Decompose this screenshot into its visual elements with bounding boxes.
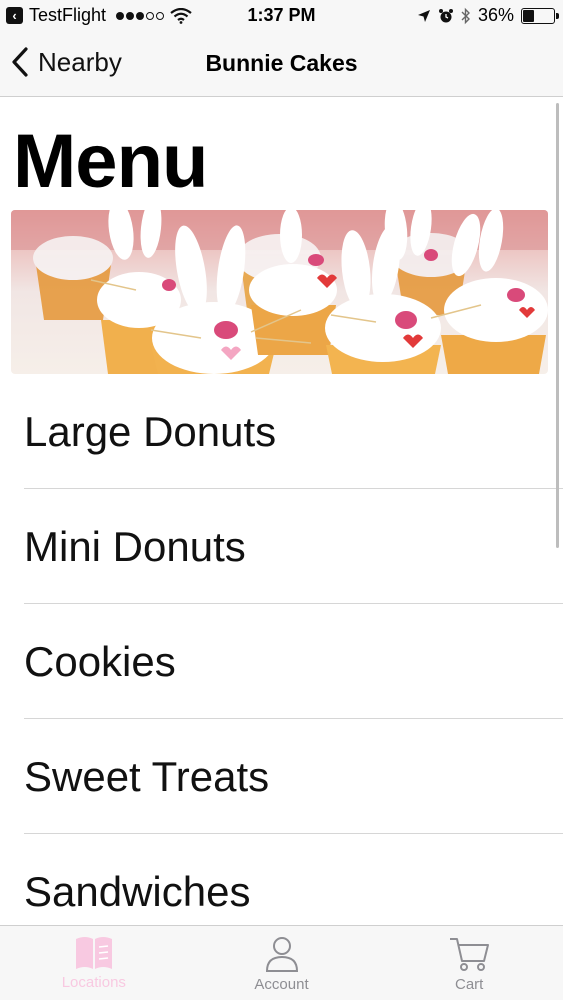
- cart-icon: [450, 938, 490, 971]
- battery-level: [523, 9, 534, 22]
- back-to-app-label[interactable]: TestFlight: [29, 5, 106, 26]
- page-title: Menu: [13, 119, 208, 204]
- navigation-bar: Nearby Bunnie Cakes: [0, 32, 563, 97]
- hero-image: [11, 210, 548, 374]
- person-icon: [265, 937, 298, 972]
- bluetooth-icon: [461, 7, 470, 24]
- chevron-left-icon: [12, 47, 28, 77]
- status-bar-right: 36%: [417, 5, 559, 26]
- back-button[interactable]: Nearby: [10, 46, 122, 78]
- status-bar: ‹ TestFlight 1:37 PM 36%: [0, 0, 563, 32]
- menu-item-label: Large Donuts: [24, 408, 277, 455]
- menu-content[interactable]: Menu Large Donuts Mini Donuts Cookies Sw…: [0, 97, 563, 925]
- wifi-icon: [170, 7, 192, 24]
- menu-item[interactable]: Sweet Treats: [0, 719, 563, 834]
- location-arrow-icon: [417, 9, 430, 22]
- menu-item[interactable]: Cookies: [0, 604, 563, 719]
- menu-item-label: Sweet Treats: [24, 753, 270, 800]
- back-to-app-icon[interactable]: ‹: [6, 7, 23, 24]
- menu-item-label: Mini Donuts: [24, 523, 246, 570]
- menu-item[interactable]: Sandwiches: [0, 834, 563, 925]
- tab-account[interactable]: Account: [188, 926, 376, 1000]
- back-button-label: Nearby: [38, 46, 122, 77]
- menu-item-label: Cookies: [24, 638, 176, 685]
- alarm-icon: [438, 8, 453, 22]
- battery-icon: [521, 7, 559, 24]
- tab-cart-label: Cart: [455, 976, 484, 993]
- signal-strength-icon: [116, 11, 165, 20]
- tab-locations[interactable]: Locations: [0, 926, 188, 1000]
- tab-locations-label: Locations: [61, 974, 126, 991]
- menu-item[interactable]: Large Donuts: [0, 374, 563, 489]
- tab-cart[interactable]: Cart: [375, 926, 563, 1000]
- tab-account-label: Account: [254, 976, 309, 993]
- scrollbar[interactable]: [556, 103, 559, 548]
- menu-item-label: Sandwiches: [24, 868, 251, 915]
- tab-bar: Locations Account Cart: [0, 925, 563, 1000]
- status-bar-left: ‹ TestFlight: [6, 5, 192, 26]
- battery-percent: 36%: [477, 5, 514, 25]
- menu-list: Large Donuts Mini Donuts Cookies Sweet Trea…: [0, 374, 563, 925]
- menu-item[interactable]: Mini Donuts: [0, 489, 563, 604]
- book-icon: [75, 937, 112, 969]
